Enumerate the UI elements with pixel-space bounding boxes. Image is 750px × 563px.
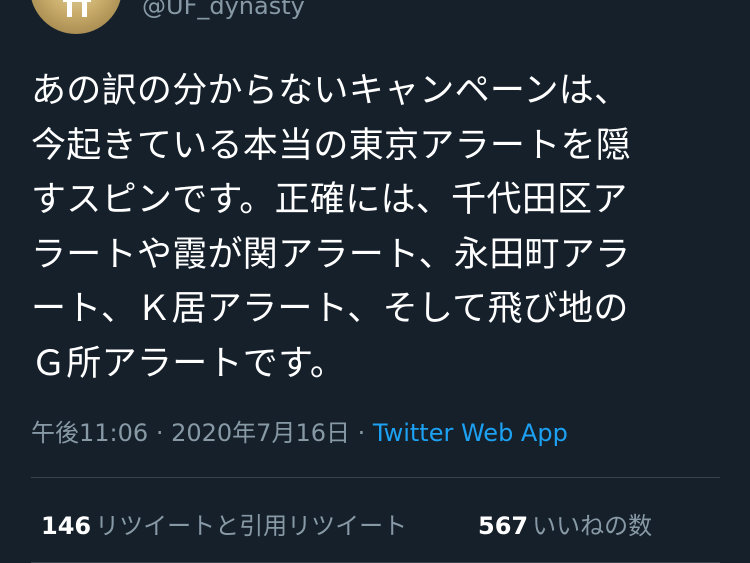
tweet-date[interactable]: 2020年7月16日 [171,419,350,447]
tweet-text-line: 今起きている本当の東京アラートを隠 [31,125,632,166]
tweet-text-line: あの訳の分からないキャンペーンは、 [31,71,630,111]
tweet-text: あの訳の分からないキャンペーンは、 今起きている本当の東京アラートを隠 すスピン… [31,64,731,392]
tweet-stats: 146 リツイートと引用リツイート 567 いいねの数 [41,510,652,542]
tweet-text-line: すスピンです。正確には、千代田区ア [31,180,628,221]
avatar-logo-icon [63,0,91,17]
tweet-time[interactable]: 午後11:06 [31,419,148,447]
retweets-count: 146 [41,512,92,540]
retweets-stat[interactable]: 146 リツイートと引用リツイート [41,512,407,540]
likes-count: 567 [478,512,529,540]
tweet-text-line: Ｇ所アラートです。 [31,343,346,384]
likes-stat[interactable]: 567 いいねの数 [478,510,652,542]
retweets-label: リツイートと引用リツイート [95,512,408,540]
tweet-metadata: 午後11:06 · 2020年7月16日 · Twitter Web App [31,416,568,450]
divider [31,477,720,478]
tweet-text-line: ラートや霞が関アラート、永田町アラ [31,234,631,275]
tweet-source-link[interactable]: Twitter Web App [373,419,568,447]
avatar[interactable] [30,0,122,34]
likes-label: いいねの数 [532,512,653,540]
tweet-text-line: ート、Ｋ居アラート、そして飛び地の [31,289,629,330]
meta-separator: · [357,419,366,447]
meta-separator: · [155,419,164,447]
author-handle[interactable]: @UF_dynasty [142,0,305,18]
